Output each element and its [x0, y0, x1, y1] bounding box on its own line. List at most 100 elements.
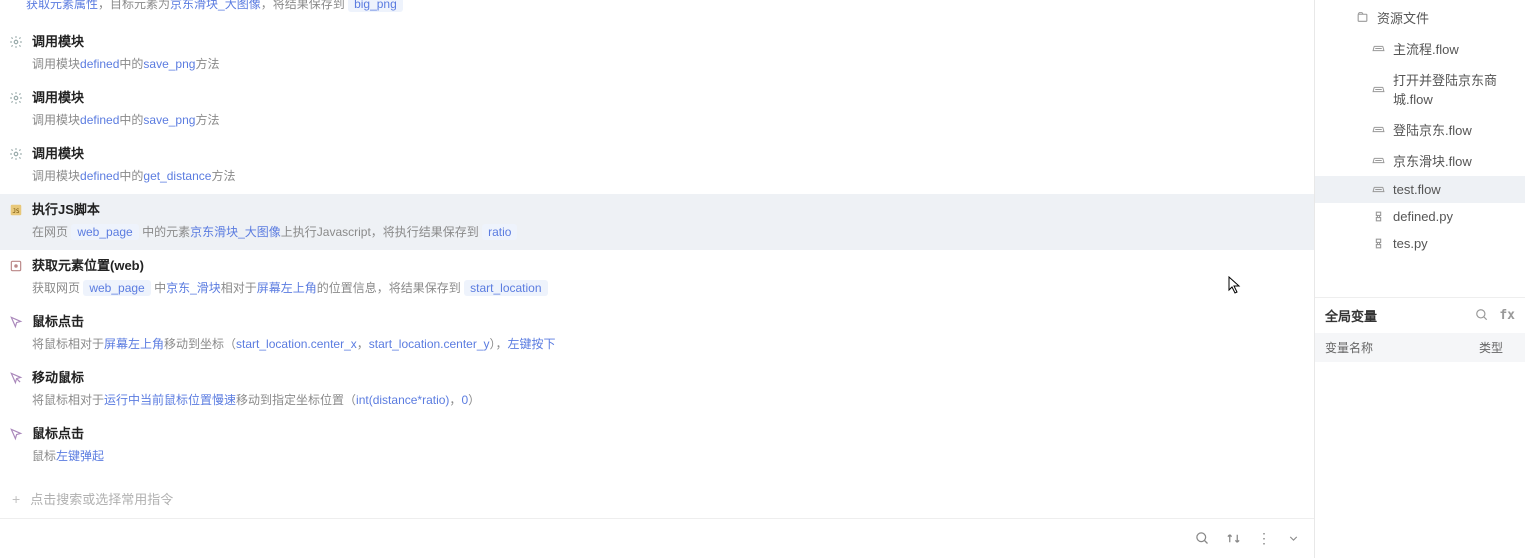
step-desc: 获取网页 web_page 中京东_滑块相对于屏幕左上角的位置信息，将结果保存到… — [32, 278, 1304, 298]
flow-icon — [1371, 154, 1385, 168]
vars-table-header: 变量名称 类型 — [1315, 333, 1525, 362]
mouse-icon — [8, 314, 24, 330]
py-icon — [1371, 237, 1385, 251]
add-step-row[interactable]: + 点击搜索或选择常用指令 — [0, 479, 1314, 518]
vars-col-name: 变量名称 — [1315, 333, 1469, 362]
move-icon — [8, 370, 24, 386]
token: 京东滑块_大图像 — [190, 225, 281, 239]
step-title: 调用模块 — [32, 144, 1304, 164]
token: get_distance — [143, 169, 211, 183]
search-icon[interactable] — [1195, 531, 1210, 546]
token: 左键按下 — [508, 337, 556, 351]
gear-icon — [8, 34, 24, 50]
tree-label: 登陆京东.flow — [1393, 120, 1472, 139]
tree-label: 京东滑块.flow — [1393, 151, 1472, 170]
step-desc: 获取元素属性，目标元素为京东滑块_大图像，将结果保存到 big_png — [26, 0, 1304, 14]
step-title: 调用模块 — [32, 88, 1304, 108]
tree-item[interactable]: 京东滑块.flow — [1315, 145, 1525, 176]
vars-col-type: 类型 — [1469, 333, 1525, 362]
step-desc: 调用模块defined中的save_png方法 — [32, 110, 1304, 130]
tree-label: 资源文件 — [1377, 8, 1429, 27]
tree-label: tes.py — [1393, 236, 1428, 251]
plus-icon: + — [12, 491, 20, 507]
step-row[interactable]: 调用模块调用模块defined中的save_png方法 — [0, 82, 1314, 138]
token: save_png — [143, 113, 195, 127]
token: save_png — [143, 57, 195, 71]
step-row[interactable]: 调用模块调用模块defined中的save_png方法 — [0, 26, 1314, 82]
step-title: 执行JS脚本 — [32, 200, 1304, 220]
tree-item[interactable]: 资源文件 — [1315, 2, 1525, 33]
file-tree: 资源文件主流程.flow 打开并登陆京东商城.flow 登陆京东.flow 京东滑块.… — [1315, 0, 1525, 257]
tree-label: 打开并登陆京东商城.flow — [1393, 70, 1517, 108]
step-title: 鼠标点击 — [32, 312, 1304, 332]
tree-label: 主流程.flow — [1393, 39, 1459, 58]
step-row[interactable]: 鼠标点击将鼠标相对于屏幕左上角移动到坐标（start_location.cent… — [0, 306, 1314, 362]
mouse-icon — [8, 426, 24, 442]
tree-item[interactable]: test.flow — [1315, 176, 1525, 203]
token: defined — [80, 169, 119, 183]
tree-item[interactable]: defined.py — [1315, 203, 1525, 230]
py-icon — [1371, 210, 1385, 224]
token: 左键弹起 — [56, 449, 104, 463]
tree-item[interactable]: 登陆京东.flow — [1315, 114, 1525, 145]
token: 运行中当前鼠标位置慢速 — [104, 393, 236, 407]
variable-chip: ratio — [482, 224, 517, 240]
tree-item[interactable]: tes.py — [1315, 230, 1525, 257]
step-title: 调用模块 — [32, 32, 1304, 52]
main-panel: 获取元素信息 (web)获取元素属性，目标元素为京东滑块_大图像，将结果保存到 … — [0, 0, 1315, 558]
chevron-down-icon[interactable] — [1287, 532, 1300, 545]
token: 京东_滑块 — [166, 281, 221, 295]
gear-icon — [8, 146, 24, 162]
step-desc: 将鼠标相对于运行中当前鼠标位置慢速移动到指定坐标位置（int(distance*… — [32, 390, 1304, 410]
token: 屏幕左上角 — [257, 281, 317, 295]
tree-item[interactable]: 打开并登陆京东商城.flow — [1315, 64, 1525, 114]
sort-icon[interactable] — [1226, 531, 1241, 546]
token: 屏幕左上角 — [104, 337, 164, 351]
step-desc: 调用模块defined中的save_png方法 — [32, 54, 1304, 74]
gear-icon — [8, 90, 24, 106]
tree-label: test.flow — [1393, 182, 1441, 197]
variable-chip: web_page — [83, 280, 150, 296]
token: start_location.center_y — [369, 337, 490, 351]
bottom-toolbar: ⋮ — [0, 518, 1314, 558]
flow-icon — [1371, 82, 1385, 96]
tree-label: defined.py — [1393, 209, 1453, 224]
token: int(distance*ratio) — [356, 393, 449, 407]
flow-icon — [1371, 42, 1385, 56]
variable-chip: big_png — [348, 0, 403, 12]
js-icon: JS — [8, 202, 24, 218]
step-row[interactable]: 移动鼠标将鼠标相对于运行中当前鼠标位置慢速移动到指定坐标位置（int(dista… — [0, 362, 1314, 418]
folder-icon — [1355, 11, 1369, 25]
token: defined — [80, 57, 119, 71]
sidebar: 资源文件主流程.flow 打开并登陆京东商城.flow 登陆京东.flow 京东滑块.… — [1315, 0, 1525, 558]
flow-icon — [1371, 123, 1385, 137]
more-icon[interactable]: ⋮ — [1257, 530, 1271, 547]
token: start_location.center_x — [236, 337, 357, 351]
token: defined — [80, 113, 119, 127]
pos-icon — [8, 258, 24, 274]
token: 获取元素属性 — [26, 0, 98, 11]
step-desc: 调用模块defined中的get_distance方法 — [32, 166, 1304, 186]
step-row[interactable]: JS 执行JS脚本在网页 web_page 中的元素京东滑块_大图像上执行Java… — [0, 194, 1314, 250]
add-hint: 点击搜索或选择常用指令 — [30, 489, 173, 508]
step-row[interactable]: 获取元素位置(web)获取网页 web_page 中京东_滑块相对于屏幕左上角的… — [0, 250, 1314, 306]
vars-header: 全局变量 fx — [1315, 298, 1525, 333]
vars-title: 全局变量 — [1325, 306, 1377, 325]
flow-icon — [1371, 183, 1385, 197]
vars-code-icon[interactable]: fx — [1499, 308, 1515, 323]
global-vars-panel: 全局变量 fx 变量名称 类型 — [1315, 297, 1525, 362]
steps-list: 获取元素信息 (web)获取元素属性，目标元素为京东滑块_大图像，将结果保存到 … — [0, 0, 1314, 479]
step-desc: 在网页 web_page 中的元素京东滑块_大图像上执行Javascript，将… — [32, 222, 1304, 242]
variable-chip: web_page — [71, 224, 138, 240]
tree-item[interactable]: 主流程.flow — [1315, 33, 1525, 64]
step-row[interactable]: 获取元素信息 (web)获取元素属性，目标元素为京东滑块_大图像，将结果保存到 … — [26, 0, 1304, 14]
step-desc: 将鼠标相对于屏幕左上角移动到坐标（start_location.center_x… — [32, 334, 1304, 354]
step-row[interactable]: 鼠标点击鼠标左键弹起 — [0, 418, 1314, 474]
vars-search-icon[interactable] — [1475, 308, 1489, 323]
token: 京东滑块_大图像 — [170, 0, 261, 11]
variable-chip: start_location — [464, 280, 547, 296]
step-title: 获取元素位置(web) — [32, 256, 1304, 276]
step-row[interactable]: 调用模块调用模块defined中的get_distance方法 — [0, 138, 1314, 194]
step-desc: 鼠标左键弹起 — [32, 446, 1304, 466]
svg-text:JS: JS — [12, 209, 20, 215]
